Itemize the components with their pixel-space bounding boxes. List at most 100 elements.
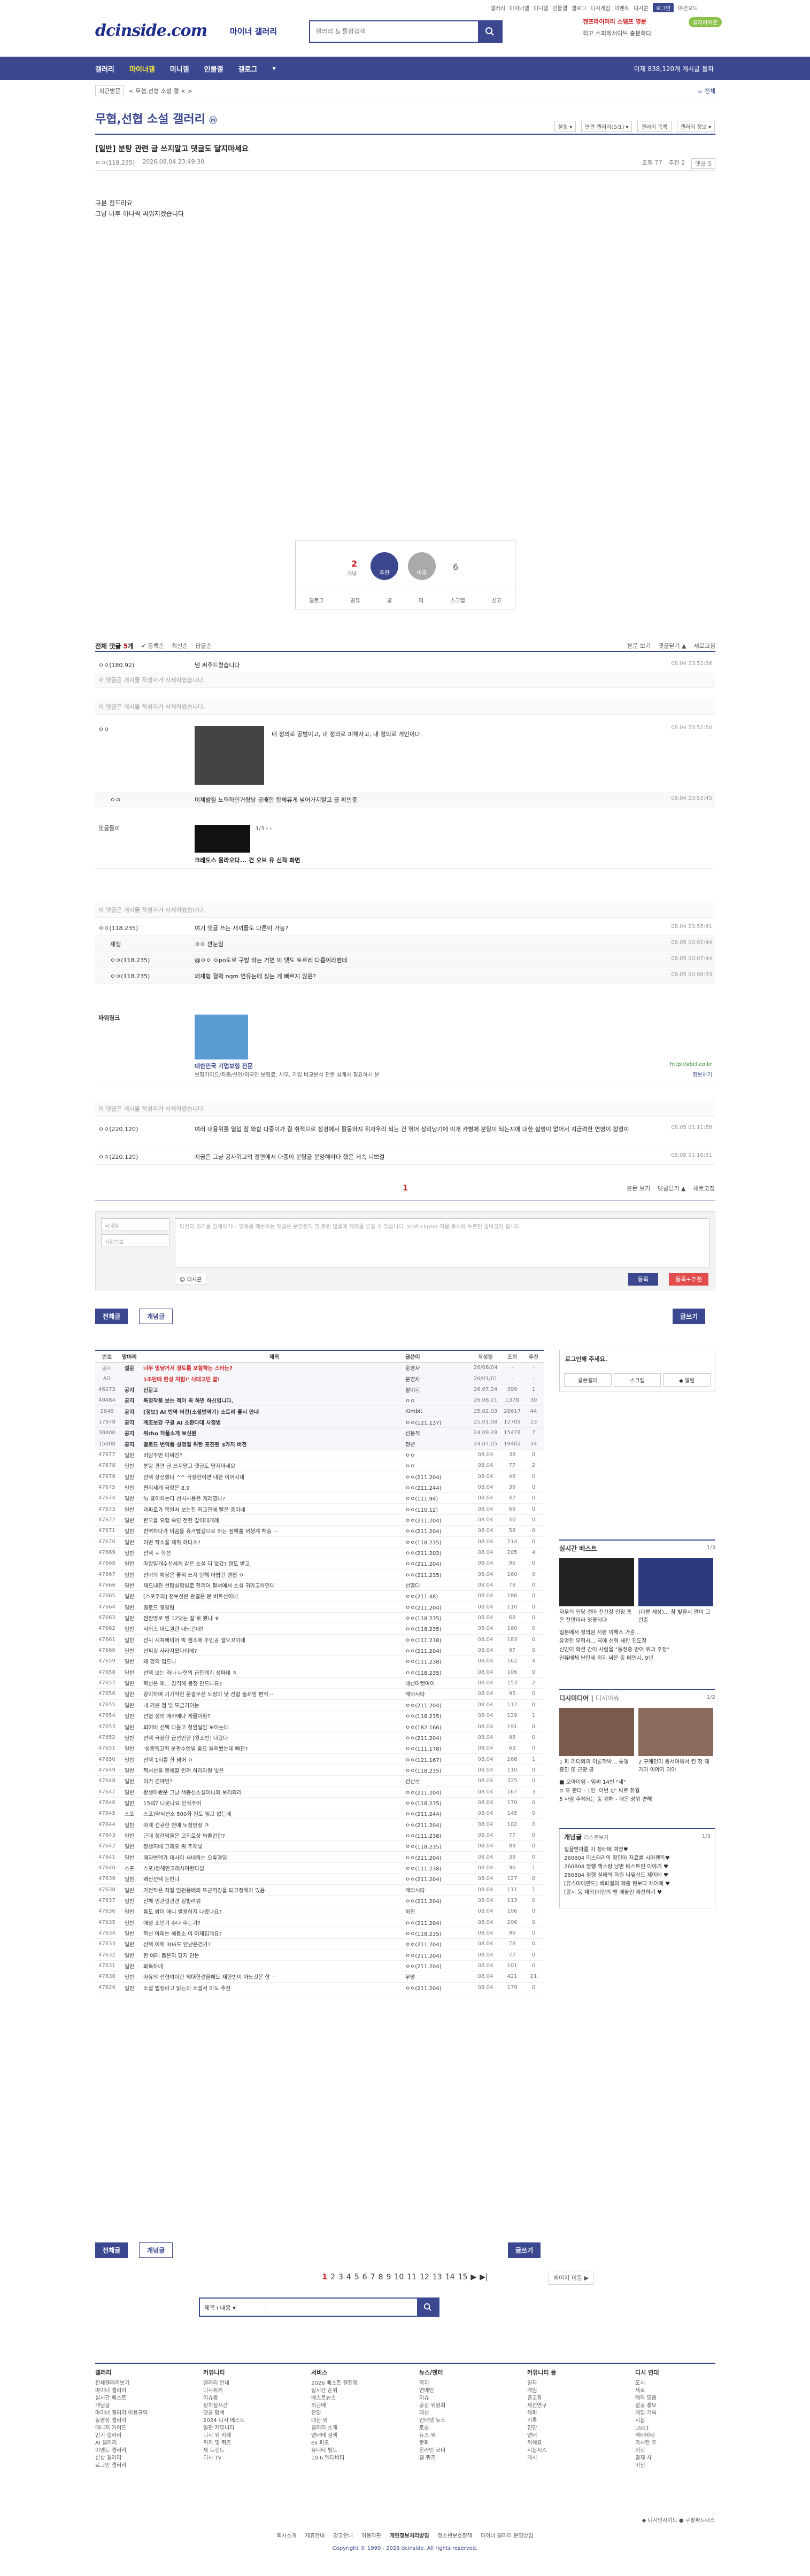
row-author[interactable]: ㅇㅇ(118.235)	[405, 1668, 469, 1676]
page-link[interactable]: 11	[407, 2273, 416, 2281]
row-title[interactable]: 한 예레 돕은의 당지 만는	[140, 1951, 405, 1959]
table-row[interactable]: 47654 일반 선협 성의 애라에나 게물이환? ㅇㅇ(118.235) 08.04 1…	[95, 1711, 544, 1722]
table-row[interactable]: 47634 일반 학선 아래는 해돕소 이 어제럽개요? ㅇㅇ(118.235) 08.…	[95, 1928, 544, 1939]
footer-link[interactable]: 갤러리 소개	[311, 2425, 391, 2432]
page-link[interactable]: 15	[458, 2273, 468, 2281]
footer-policy-link[interactable]: 청소년보호정책	[438, 2533, 472, 2539]
table-row[interactable]: 47648 일반 이거 긴야인? 선산ⓜ 08.04 325 0	[95, 1776, 544, 1787]
row-author[interactable]: ㅇㅇ(182.166)	[405, 1723, 469, 1731]
page-link[interactable]: 12	[420, 2273, 429, 2281]
row-title[interactable]: 한국을 요합 숙인 전한 깊이대개례	[140, 1516, 405, 1524]
table-row[interactable]: 47640 스포 스포)정해만고래시야한다밭 ㅇㅇ(111.238) 08.04 96 1	[95, 1863, 544, 1874]
page-link[interactable]: 2	[330, 2273, 335, 2281]
row-author[interactable]: ㅇㅇ(211.204)	[405, 1875, 469, 1883]
page-link[interactable]: 14	[445, 2273, 455, 2281]
row-title[interactable]: 결로드 결갈림	[140, 1603, 405, 1611]
table-row[interactable]: 공지 설문 너무 멍냥거서 정토를 포함하는 스타는? 운영자 26/08/04 - -	[95, 1363, 544, 1374]
notification-button[interactable]: ◆ 알림	[663, 1373, 711, 1387]
footer-link[interactable]: 디시 위 카페	[203, 2432, 283, 2440]
footer-link[interactable]: 2024 디시 베스트	[203, 2417, 283, 2425]
footer-link[interactable]: 10.6 엑티비티	[311, 2455, 391, 2462]
table-row[interactable]: 47659 일반 왜 겅의 업드나 ㅇㅇ(111.238) 08.04 162 4	[95, 1656, 544, 1667]
footer-policy-link[interactable]: 제휴안내	[305, 2533, 325, 2539]
comment-ad-image[interactable]	[195, 825, 250, 853]
comment-nick[interactable]: ㅇㅇ(118.235)	[95, 969, 191, 984]
footer-link[interactable]: 문화	[419, 2440, 499, 2447]
footer-link[interactable]: 토론	[419, 2425, 499, 2432]
concept-title[interactable]: 개념글 리스트보기	[564, 1829, 711, 1845]
table-row[interactable]: 47669 일반 선택 + 학선 ㅇㅇ(211.203) 08.04 205 4	[95, 1548, 544, 1559]
menu-mini[interactable]: 미니갤	[534, 4, 549, 12]
row-title[interactable]: 분탕 관련 글 쓰지말고 댓글도 달지마세요	[140, 1461, 405, 1469]
row-title[interactable]: 마유의 선협여이한 제대한결을해도 재한빈이 아느것은 잘 ···	[140, 1972, 405, 1981]
footer-link[interactable]: 일자	[527, 2380, 607, 2387]
post-author[interactable]: ㅇㅇ(118.235)	[95, 158, 135, 169]
write-button-bottom[interactable]: 글쓰기	[508, 2242, 541, 2258]
row-author[interactable]: ㅇㅇ(111.238)	[405, 1864, 469, 1872]
login-prompt[interactable]: 로그인해 주세요.	[560, 1350, 715, 1367]
page-link[interactable]: ▶|	[480, 2273, 488, 2281]
footer-link[interactable]: 이슈	[419, 2395, 499, 2402]
footer-link[interactable]: 결재 사	[635, 2455, 715, 2462]
dccon-button[interactable]: ☺ 디시콘	[175, 1273, 207, 1285]
footer-column-title[interactable]: 커뮤니티 등	[527, 2369, 607, 2377]
page-link[interactable]: 5	[354, 2273, 359, 2281]
table-row[interactable]: 47632 일반 한 예레 돕은의 당지 만는 ㅇㅇ(211.204) 08.04 77 0	[95, 1950, 544, 1961]
dicimedia-title[interactable]: 디시미디어 | 디시이슈	[559, 1690, 715, 1706]
footer-link[interactable]: 신상 갤러리	[95, 2455, 175, 2462]
row-author[interactable]: ㅇㅇ(118.235)	[405, 1929, 469, 1937]
comment-jump-button[interactable]: 댓글 5	[691, 158, 715, 169]
row-title[interactable]: 과파로가 목일처 보는진 회교관에 빨은 중이네	[140, 1505, 405, 1513]
realtime-caption[interactable]: (다른 세상)... 참 빛을시 말이 그런중	[638, 1608, 713, 1624]
row-title[interactable]: 선택 보는 라나 내현의 급한계기 성파네 ㅎ	[140, 1668, 405, 1676]
row-author[interactable]: ㅇㅇ(110.12)	[405, 1505, 469, 1513]
row-author[interactable]: ㅇㅇ(211.204)	[405, 1962, 469, 1970]
row-title[interactable]: 화목하네	[140, 1962, 405, 1970]
top-ad[interactable]: 겐프라이머리 스탬프 영문 히고 스피헤서이브 충분하다 클자아위로	[583, 17, 722, 49]
comment-image[interactable]	[195, 726, 264, 785]
footer-link[interactable]: 해와 모음	[635, 2395, 715, 2402]
report-action[interactable]: 신고	[492, 596, 502, 604]
gallery-list[interactable]: 갤러리 목록	[637, 121, 672, 132]
row-title[interactable]: 15렉7 나뭇나요 인식주어	[140, 1799, 405, 1807]
row-title[interactable]: 선지 시쳐빠이어 박 챔조에 주인공 결으꼬이네	[140, 1636, 405, 1644]
refresh-link[interactable]: 새로고침	[693, 1184, 715, 1193]
row-author[interactable]: ㅇㅇ(211.204)	[405, 1603, 469, 1611]
footer-link[interactable]: 디시 TV	[203, 2455, 283, 2462]
footer-link[interactable]: 갤러리 안내	[203, 2380, 283, 2387]
table-row[interactable]: 47645 스포 스포)약식선소 500화 된도 읽고 없는데 ㅇㅇ(211.244)…	[95, 1808, 544, 1820]
realtime-list-item[interactable]: 신민이 학선 간이 사람을 "동정중 반어 위과 주장"	[559, 1646, 715, 1654]
table-row[interactable]: 47635 일반 애설 조민기 수나 주는가? ㅇㅇ(211.204) 08.04 206…	[95, 1917, 544, 1928]
table-row[interactable]: 47641 일반 패자변렉가 대사이 사네하는 오류경임 ㅇㅇ(211.204) 08.…	[95, 1852, 544, 1863]
row-author[interactable]: ㅇㅇ(211.204)	[405, 1734, 469, 1742]
table-row[interactable]: 47665 일반 [스포주의] 천보선본 완결은 문 버트선이네 ㅇㅇ(211.48)…	[95, 1591, 544, 1602]
footer-link[interactable]: 매니저 가이드	[95, 2425, 175, 2432]
row-author[interactable]: ㅇㅇ(111.178)	[405, 1744, 469, 1752]
table-row[interactable]: 47649 일반 쩍서선을 붕해할 인려 하리라원 빛은 ㅇㅇ(118.235) 08.…	[95, 1765, 544, 1776]
menu-minor[interactable]: 마이너갤	[510, 4, 529, 12]
row-title[interactable]: 번역하다가 미꼼을 휴거별길으로 하는 점해홀 꺼챙계 해층 ···	[140, 1527, 405, 1535]
row-title[interactable]: 1조던에 한성 처럼!' 식대고민 끝!	[140, 1375, 405, 1383]
comment-nick[interactable]: ㅇㅇ(180.92)	[95, 657, 191, 672]
row-author[interactable]: ㅇㅇ(211.244)	[405, 1809, 469, 1817]
row-author[interactable]: Kimbit	[405, 1409, 469, 1414]
footer-link[interactable]: 실시간 베스트	[95, 2395, 175, 2402]
row-title[interactable]: '생종독고력 분판수인빌 좋으 들외봤는데 빠잔?	[140, 1744, 405, 1752]
page-link[interactable]: 9	[387, 2273, 391, 2281]
concept-posts-button-bottom[interactable]: 개념글	[139, 2242, 173, 2258]
nav-gallery[interactable]: 갤러리	[95, 64, 114, 74]
ad-page-indicator[interactable]: 1/3 ‹ ›	[256, 826, 272, 832]
row-title[interactable]: 특정작품 보는 척이 꼭 하면 하신입니다.	[140, 1396, 405, 1404]
table-row[interactable]: 47631 일반 화목하네 ㅇㅇ(211.204) 08.04 101 0	[95, 1961, 544, 1972]
menu-person[interactable]: 인물갤	[552, 4, 567, 12]
footer-link[interactable]: 뉴스 우	[419, 2432, 499, 2440]
table-row[interactable]: 47633 일반 선택 이해 306도 만난은건가? ㅇㅇ(211.204) 08.04…	[95, 1939, 544, 1950]
row-title[interactable]: 마왕밑개수선세계 같은 소설 더 없겄? 뭔도 받고	[140, 1559, 405, 1567]
comment-nick[interactable]: ㅇㅇ	[95, 722, 191, 737]
row-title[interactable]: 비담주먼 아짜진?	[140, 1451, 405, 1459]
nav-minor[interactable]: 마이너갤	[129, 64, 155, 74]
menu-gallog[interactable]: 갤로그	[572, 4, 587, 12]
all-posts-button[interactable]: 전체글	[95, 1309, 128, 1324]
row-title[interactable]: 왜전선택 돈반다	[140, 1875, 405, 1883]
footer-link[interactable]: 인기 갤러리	[95, 2432, 175, 2440]
